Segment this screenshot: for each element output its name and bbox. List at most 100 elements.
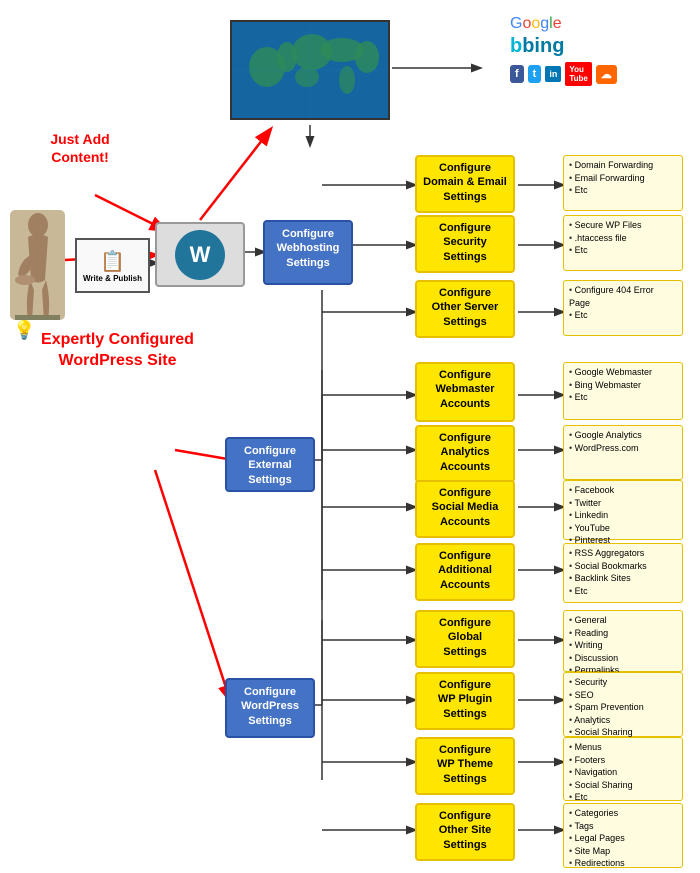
rss-icon: ☁	[596, 65, 617, 84]
thinker-statue	[10, 210, 65, 320]
other-server-list: Configure 404 Error Page Etc	[569, 284, 677, 322]
configure-wp-plugin-label: ConfigureWP PluginSettings	[438, 679, 492, 720]
configure-additional-box[interactable]: ConfigureAdditionalAccounts	[415, 543, 515, 601]
detail-item: Social Bookmarks	[569, 560, 677, 573]
detail-item: Discussion	[569, 652, 677, 665]
detail-item: Menus	[569, 741, 677, 754]
world-map	[230, 20, 390, 120]
detail-item: SEO	[569, 689, 677, 702]
detail-item: Backlink Sites	[569, 572, 677, 585]
detail-item: Email Forwarding	[569, 172, 677, 185]
detail-item: Twitter	[569, 497, 677, 510]
detail-item: Tags	[569, 820, 677, 833]
detail-item: Security	[569, 676, 677, 689]
configure-additional-label: ConfigureAdditionalAccounts	[438, 550, 492, 591]
configure-wordpress-box[interactable]: ConfigureWordPressSettings	[225, 678, 315, 738]
additional-list: RSS Aggregators Social Bookmarks Backlin…	[569, 547, 677, 597]
webmaster-list: Google Webmaster Bing Webmaster Etc	[569, 366, 677, 404]
global-details: General Reading Writing Discussion Perma…	[563, 610, 683, 672]
detail-item: Categories	[569, 807, 677, 820]
detail-item: Reading	[569, 627, 677, 640]
detail-item: Bing Webmaster	[569, 379, 677, 392]
detail-item: Writing	[569, 639, 677, 652]
configure-wp-theme-box[interactable]: ConfigureWP ThemeSettings	[415, 737, 515, 795]
configure-analytics-label: ConfigureAnalyticsAccounts	[439, 432, 491, 473]
other-server-details: Configure 404 Error Page Etc	[563, 280, 683, 336]
detail-item: Social Sharing	[569, 779, 677, 792]
page-container: Google bbing f t in YouTube ☁ Just Add C…	[0, 0, 700, 873]
detail-item: Secure WP Files	[569, 219, 677, 232]
detail-item: Etc	[569, 184, 677, 197]
youtube-icon: YouTube	[565, 62, 592, 86]
logos-area: Google bbing f t in YouTube ☁	[510, 15, 690, 86]
wp-laptop: W	[155, 222, 245, 287]
detail-item: Navigation	[569, 766, 677, 779]
analytics-list: Google Analytics WordPress.com	[569, 429, 677, 454]
domain-email-list: Domain Forwarding Email Forwarding Etc	[569, 159, 677, 197]
security-list: Secure WP Files .htaccess file Etc	[569, 219, 677, 257]
twitter-icon: t	[528, 65, 542, 83]
write-publish-label: Write & Publish	[83, 274, 142, 283]
detail-item: Etc	[569, 585, 677, 598]
security-details: Secure WP Files .htaccess file Etc	[563, 215, 683, 271]
wp-plugin-list: Security SEO Spam Prevention Analytics S…	[569, 676, 677, 739]
configure-wp-plugin-box[interactable]: ConfigureWP PluginSettings	[415, 672, 515, 730]
detail-item: Footers	[569, 754, 677, 767]
detail-item: Google Analytics	[569, 429, 677, 442]
configure-social-media-box[interactable]: ConfigureSocial MediaAccounts	[415, 480, 515, 538]
configure-global-box[interactable]: ConfigureGlobalSettings	[415, 610, 515, 668]
other-site-details: Categories Tags Legal Pages Site Map Red…	[563, 803, 683, 868]
social-media-list: Facebook Twitter Linkedin YouTube Pinter…	[569, 484, 677, 547]
lightbulb-icon: 💡	[13, 320, 35, 341]
social-media-details: Facebook Twitter Linkedin YouTube Pinter…	[563, 480, 683, 540]
configure-security-label: ConfigureSecuritySettings	[439, 222, 491, 263]
configure-external-box[interactable]: ConfigureExternalSettings	[225, 437, 315, 492]
detail-item: Redirections	[569, 857, 677, 870]
configure-webhosting-box[interactable]: ConfigureWebhostingSettings	[263, 220, 353, 285]
wp-theme-details: Menus Footers Navigation Social Sharing …	[563, 737, 683, 801]
detail-item: Linkedin	[569, 509, 677, 522]
detail-item: Configure 404 Error Page	[569, 284, 677, 309]
detail-item: RSS Aggregators	[569, 547, 677, 560]
wp-theme-list: Menus Footers Navigation Social Sharing …	[569, 741, 677, 804]
detail-item: Google Webmaster	[569, 366, 677, 379]
detail-item: Legal Pages	[569, 832, 677, 845]
configure-social-media-label: ConfigureSocial MediaAccounts	[432, 487, 499, 528]
detail-item: Domain Forwarding	[569, 159, 677, 172]
other-site-list: Categories Tags Legal Pages Site Map Red…	[569, 807, 677, 870]
configure-other-server-label: ConfigureOther ServerSettings	[432, 287, 499, 328]
configure-wp-theme-label: ConfigureWP ThemeSettings	[437, 744, 493, 785]
configure-other-site-box[interactable]: ConfigureOther SiteSettings	[415, 803, 515, 861]
google-logo: Google	[510, 15, 690, 33]
detail-item: Etc	[569, 309, 677, 322]
configure-domain-email-label: Configure Domain & Email Settings	[423, 162, 507, 203]
just-add-content-label: Just Add Content!	[30, 130, 130, 166]
configure-webhosting-label: ConfigureWebhostingSettings	[277, 228, 340, 269]
facebook-icon: f	[510, 65, 524, 83]
webmaster-details: Google Webmaster Bing Webmaster Etc	[563, 362, 683, 420]
social-icons-row: f t in YouTube ☁	[510, 62, 690, 86]
expertly-configured-label: Expertly Configured WordPress Site	[40, 330, 195, 372]
detail-item: General	[569, 614, 677, 627]
detail-item: .htaccess file	[569, 232, 677, 245]
configure-webmaster-box[interactable]: ConfigureWebmasterAccounts	[415, 362, 515, 422]
write-publish-box: 📋 Write & Publish	[75, 238, 150, 293]
global-list: General Reading Writing Discussion Perma…	[569, 614, 677, 677]
detail-item: Analytics	[569, 714, 677, 727]
notebook-icon: 📋	[100, 249, 125, 274]
configure-analytics-box[interactable]: ConfigureAnalyticsAccounts	[415, 425, 515, 483]
configure-domain-email-box[interactable]: Configure Domain & Email Settings	[415, 155, 515, 213]
analytics-details: Google Analytics WordPress.com	[563, 425, 683, 480]
configure-global-label: ConfigureGlobalSettings	[439, 617, 491, 658]
configure-security-box[interactable]: ConfigureSecuritySettings	[415, 215, 515, 273]
configure-wordpress-label: ConfigureWordPressSettings	[241, 686, 299, 727]
detail-item: YouTube	[569, 522, 677, 535]
detail-item: Facebook	[569, 484, 677, 497]
bing-logo: bbing	[510, 35, 690, 58]
configure-external-label: ConfigureExternalSettings	[244, 445, 296, 486]
configure-other-server-box[interactable]: ConfigureOther ServerSettings	[415, 280, 515, 338]
configure-webmaster-label: ConfigureWebmasterAccounts	[435, 369, 494, 410]
detail-item: Etc	[569, 391, 677, 404]
detail-item: Site Map	[569, 845, 677, 858]
detail-item: WordPress.com	[569, 442, 677, 455]
